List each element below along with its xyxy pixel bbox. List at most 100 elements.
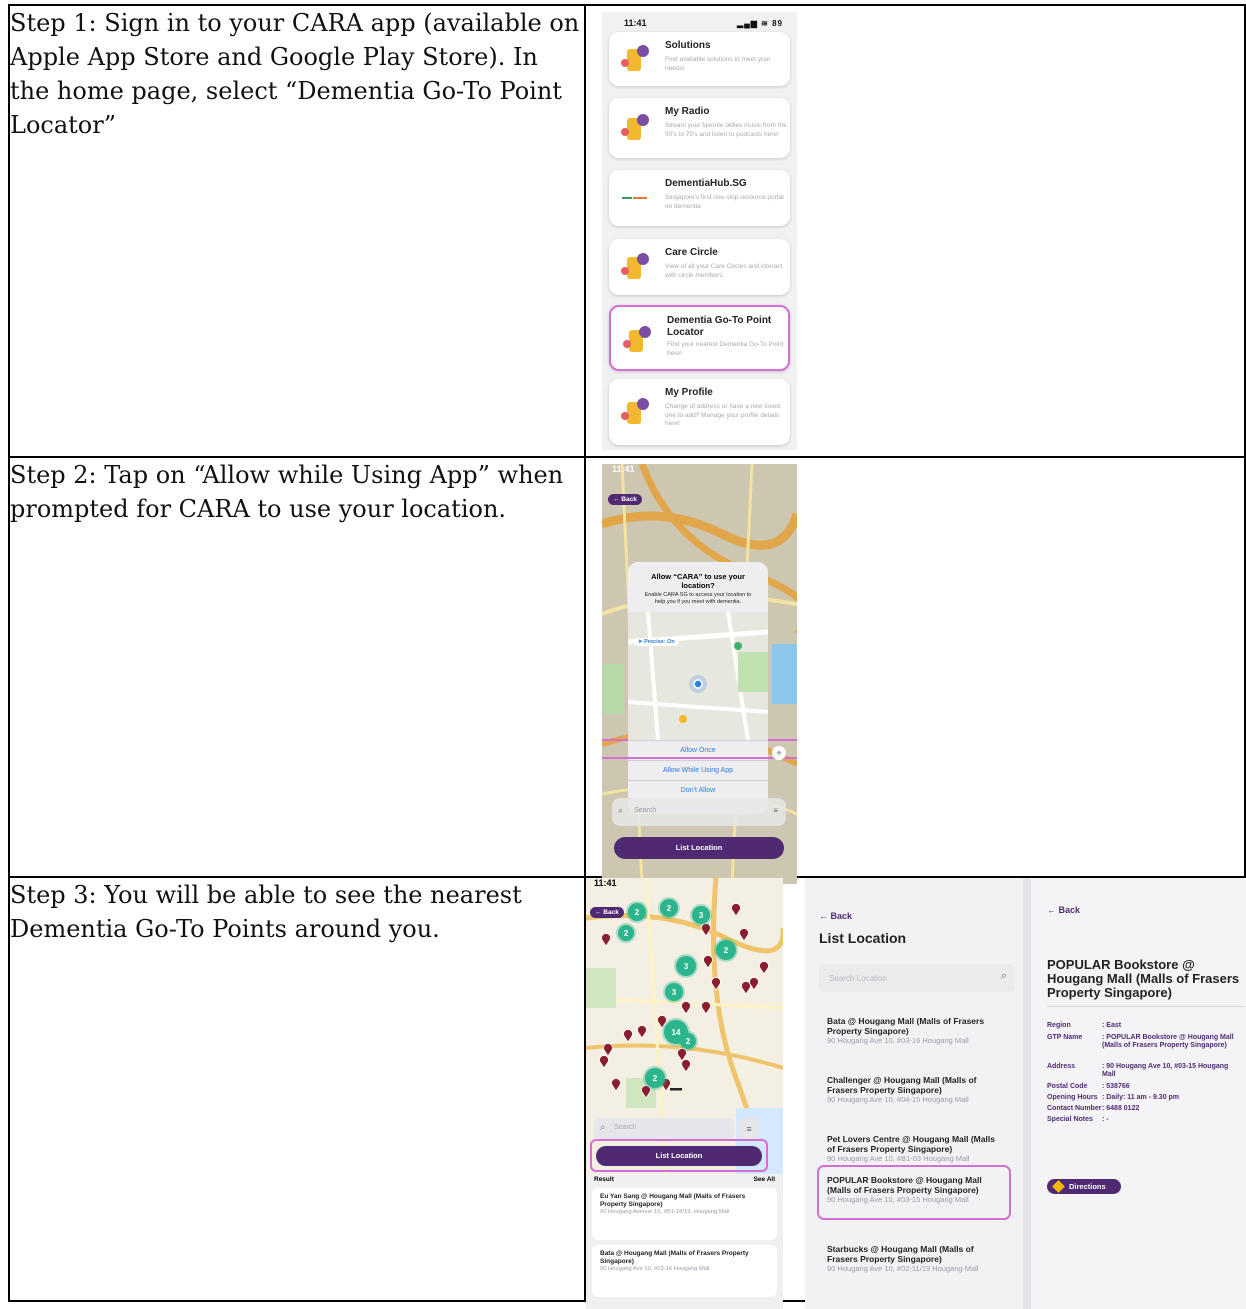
cluster-count: 2 — [653, 1074, 658, 1083]
see-all-link[interactable]: See All — [754, 1176, 775, 1183]
detail-value: : - — [1102, 1116, 1109, 1123]
location-list-item[interactable]: Challenger @ Hougang Mall (Malls of Fras… — [827, 1075, 1005, 1105]
highlight-line-left — [602, 739, 628, 741]
care-circle-icon — [619, 251, 651, 283]
menu-card-my-radio[interactable]: My Radio Stream your favorite oldies musi… — [609, 98, 790, 158]
location-permission-screen: 11:41 ← Back Allow “CARA” to use your lo… — [602, 464, 797, 884]
search-input[interactable]: ⌕ Search — [594, 1118, 734, 1140]
detail-key: GTP Name — [1047, 1034, 1083, 1041]
location-name: Bata @ Hougang Mall (Malls of Frasers Pr… — [827, 1016, 985, 1036]
menu-card-solutions[interactable]: Solutions Find available solutions to mee… — [609, 32, 790, 86]
cluster-count: 2 — [635, 908, 640, 917]
menu-card-description: Stream your favorite oldies music from t… — [665, 122, 787, 138]
detail-value: : 538766 — [1102, 1083, 1130, 1090]
status-time: 11:41 — [594, 878, 617, 888]
result-name: Eu Yan Sang @ Hougang Mall (Malls of Fra… — [600, 1193, 746, 1208]
result-item[interactable]: Eu Yan Sang @ Hougang Mall (Malls of Fra… — [592, 1188, 777, 1240]
detail-key: Postal Code — [1047, 1083, 1088, 1090]
result-header: Result See All — [586, 1174, 783, 1183]
filter-icon[interactable]: ≡ — [738, 1118, 760, 1140]
search-location-input[interactable]: Search Location ⌕ — [819, 964, 1015, 992]
location-list-item[interactable]: Pet Lovers Centre @ Hougang Mall (Malls … — [827, 1134, 1005, 1164]
search-icon: ⌕ — [618, 805, 624, 815]
detail-row: Address : 90 Hougang Ave 10, #03-15 Houga… — [1047, 1063, 1240, 1079]
dementiahub-logo — [619, 182, 651, 214]
result-panel: Result See All Eu Yan Sang @ Hougang Mal… — [586, 1174, 783, 1309]
back-button[interactable]: ← Back — [608, 494, 642, 505]
menu-card-care-circle[interactable]: Care Circle View of all your Care Circles… — [609, 239, 790, 295]
recenter-icon[interactable]: ⌖ — [772, 746, 786, 760]
search-placeholder: Search Location — [829, 974, 887, 983]
location-cluster[interactable]: 2 — [658, 897, 680, 919]
back-button[interactable]: ← Back — [1047, 905, 1080, 915]
result-item[interactable]: Bata @ Hougang Mall (Malls of Frasers Pr… — [592, 1245, 777, 1297]
menu-card-dementiahub-sg[interactable]: DementiaHub.SG Singapore's first one-stop… — [609, 170, 790, 226]
back-button[interactable]: ← Back — [590, 907, 624, 918]
location-cluster[interactable]: 2 — [643, 1066, 667, 1090]
location-permission-dialog: Allow “CARA” to use your location? Enabl… — [628, 562, 768, 814]
solutions-icon — [619, 43, 651, 75]
location-cluster[interactable]: 2 — [714, 938, 738, 962]
location-cluster[interactable]: 3 — [690, 904, 712, 926]
step-2-text: Step 2: Tap on “Allow while Using App” w… — [8, 456, 586, 878]
menu-card-my-profile[interactable]: My Profile Change of address or have a ne… — [609, 379, 790, 445]
dont-allow-button[interactable]: Don't Allow — [628, 780, 768, 800]
list-location-screen: ← Back List Location Search Location ⌕ B… — [805, 878, 1031, 1309]
location-address: 90 Hougang Ave 10, #02-11/19 Hougang Mal… — [827, 1264, 979, 1273]
location-cluster[interactable]: 2 — [616, 923, 636, 943]
detail-key: Contact Number — [1047, 1105, 1102, 1112]
detail-key: Opening Hours — [1047, 1094, 1098, 1101]
cluster-count: 3 — [672, 988, 677, 997]
detail-row: GTP Name : POPULAR Bookstore @ Hougang Ma… — [1047, 1034, 1240, 1050]
location-detail-screen: ← Back POPULAR Bookstore @ Hougang Mall … — [1031, 878, 1246, 1309]
directions-button[interactable]: Directions — [1047, 1179, 1121, 1194]
back-button[interactable]: ← Back — [819, 911, 852, 921]
cluster-count: 2 — [724, 946, 729, 955]
precise-location-map — [628, 612, 768, 740]
detail-key: Address — [1047, 1063, 1076, 1070]
menu-card-dementia-go-to-point-locator[interactable]: Dementia Go-To Point Locator Find your ne… — [609, 305, 790, 371]
menu-card-title: My Radio — [665, 106, 710, 117]
detail-value: : Daily: 11 am - 9.30 pm — [1102, 1094, 1180, 1101]
step-1-text: Step 1: Sign in to your CARA app (availa… — [8, 4, 586, 458]
detail-value: : 90 Hougang Ave 10, #03-15 Hougang Mall — [1102, 1063, 1229, 1078]
detail-value: : POPULAR Bookstore @ Hougang Mall (Mall… — [1102, 1034, 1234, 1049]
status-bar: 11:41 ▂▄▆ ≋ 89 — [602, 12, 797, 34]
location-address: 90 Hougang Ave 10, #03-16 Hougang Mall — [827, 1036, 969, 1045]
detail-key: Special Notes — [1047, 1116, 1093, 1123]
filter-icon[interactable]: ≡ — [773, 806, 778, 815]
step-3-text: Step 3: You will be able to see the near… — [8, 876, 586, 1302]
directions-icon — [1052, 1180, 1065, 1193]
cluster-count: 3 — [684, 962, 689, 971]
menu-card-description: Find your nearest Dementia Go-To Point h… — [667, 341, 784, 357]
signal-wifi-battery-icon: ▂▄▆ ≋ 89 — [736, 18, 783, 28]
menu-card-title: Solutions — [665, 40, 711, 51]
cara-home-screen: 11:41 ▂▄▆ ≋ 89 Solutions Find available s… — [602, 12, 797, 450]
search-input[interactable]: ⌕ Search ≡ — [612, 798, 786, 826]
status-time: 11:41 — [624, 18, 647, 28]
location-title: POPULAR Bookstore @ Hougang Mall (Malls … — [1047, 957, 1240, 1000]
locator-icon — [621, 324, 653, 356]
directions-label: Directions — [1069, 1182, 1106, 1191]
location-list-item[interactable]: Bata @ Hougang Mall (Malls of Frasers Pr… — [827, 1016, 1005, 1046]
list-location-button[interactable]: List Location — [614, 837, 784, 859]
step-3-screens: 2 2 2 3 3 2 3 14 2 2 11:41 ← Back ⌕ Search ≡ List… — [586, 878, 1246, 1309]
location-name: Pet Lovers Centre @ Hougang Mall (Malls … — [827, 1134, 995, 1154]
location-cluster[interactable]: 3 — [674, 954, 698, 978]
detail-row: Postal Code : 538766 — [1047, 1083, 1240, 1091]
menu-card-description: Find available solutions to meet your ne… — [665, 56, 771, 72]
location-cluster[interactable]: 2 — [626, 901, 648, 923]
allow-while-using-button[interactable]: Allow While Using App — [628, 760, 768, 780]
search-icon: ⌕ — [600, 1122, 606, 1133]
precise-toggle[interactable]: ➤ Precise: On — [634, 638, 679, 646]
location-cluster[interactable]: 2 — [678, 1031, 698, 1051]
step-3-screenshot: 2 2 2 3 3 2 3 14 2 2 11:41 ← Back ⌕ Search ≡ List… — [584, 876, 1246, 1309]
detail-row: Opening Hours : Daily: 11 am - 9.30 pm — [1047, 1094, 1240, 1102]
result-address: 90 Hougang Avenue 10, #B1-18/19, Hougang… — [600, 1209, 730, 1215]
menu-card-title: My Profile — [665, 387, 713, 398]
location-list-item[interactable]: Starbucks @ Hougang Mall (Malls of Frase… — [827, 1244, 1005, 1274]
menu-card-title: DementiaHub.SG — [665, 178, 747, 189]
result-name: Bata @ Hougang Mall (Malls of Frasers Pr… — [600, 1250, 749, 1265]
search-icon: ⌕ — [1000, 970, 1007, 982]
location-cluster[interactable]: 3 — [663, 981, 685, 1003]
